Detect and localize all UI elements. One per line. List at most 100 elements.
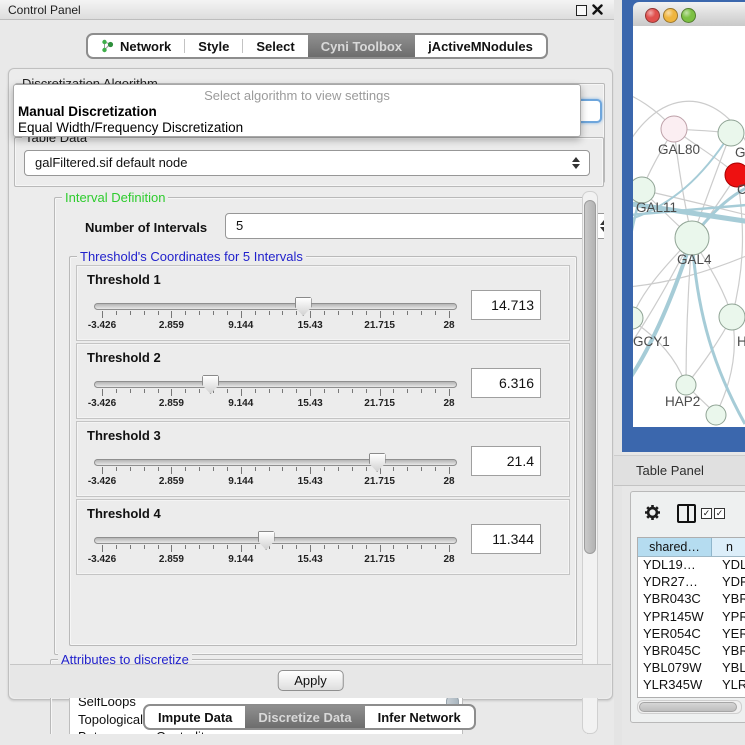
checkbox-checked-icon[interactable]: ✓ bbox=[714, 508, 725, 519]
close-icon[interactable] bbox=[592, 4, 603, 15]
tab-network[interactable]: Network bbox=[88, 35, 184, 57]
threshold-label: Threshold 3 bbox=[87, 428, 161, 443]
cell-shared-name: YDL19… bbox=[638, 557, 716, 574]
spinner-arrows-icon[interactable] bbox=[572, 157, 581, 169]
tick-mark bbox=[407, 311, 408, 315]
tick-label: -3.426 bbox=[88, 476, 116, 487]
algorithm-option[interactable]: Manual Discretization bbox=[18, 104, 157, 119]
threshold-value-field[interactable]: 11.344 bbox=[471, 524, 541, 554]
threshold-slider[interactable]: -3.4262.8599.14415.4321.71528 bbox=[94, 378, 457, 416]
mac-zoom-button[interactable] bbox=[681, 8, 696, 23]
table-hscrollbar-thumb[interactable] bbox=[639, 702, 737, 712]
network-node-green[interactable] bbox=[706, 405, 726, 425]
table-row[interactable]: YDR27…YDR2 bbox=[638, 574, 745, 591]
network-edge[interactable] bbox=[633, 320, 686, 385]
threshold-slider[interactable]: -3.4262.8599.14415.4321.71528 bbox=[94, 300, 457, 338]
slider-rail bbox=[102, 456, 449, 494]
tab-select[interactable]: Select bbox=[243, 35, 307, 57]
tick-mark bbox=[310, 311, 311, 318]
network-window-titlebar bbox=[633, 2, 745, 27]
control-panel-title: Control Panel bbox=[8, 3, 81, 17]
float-window-icon[interactable] bbox=[576, 5, 587, 16]
network-canvas[interactable]: GAL80GACGAL11GAL4GCY1HHAP2 bbox=[633, 26, 745, 427]
threshold-value-field[interactable]: 21.4 bbox=[471, 446, 541, 476]
gear-icon[interactable] bbox=[644, 504, 661, 521]
tick-mark bbox=[241, 545, 242, 552]
tick-label: 21.715 bbox=[364, 476, 395, 487]
network-node-green[interactable] bbox=[633, 307, 643, 329]
bottom-tab-discretize-data[interactable]: Discretize Data bbox=[245, 706, 364, 728]
table-row[interactable]: YDL19…YDL1 bbox=[638, 557, 745, 574]
spinner-arrows-icon[interactable] bbox=[600, 220, 604, 232]
table-panel: ✓ ✓ shared… n YDL19…YDL1YDR27…YDR2YBR043… bbox=[630, 491, 745, 723]
tick-mark bbox=[310, 545, 311, 552]
table-row[interactable]: YIL052CYIL0 bbox=[638, 695, 745, 699]
tick-mark bbox=[449, 311, 450, 318]
tab-style[interactable]: Style bbox=[185, 35, 242, 57]
node-label: GAL80 bbox=[658, 142, 700, 157]
table-row[interactable]: YLR345WYLR3 bbox=[638, 677, 745, 694]
settings-scrollbar[interactable] bbox=[582, 191, 598, 734]
threshold-label: Threshold 1 bbox=[87, 272, 161, 287]
threshold-slider[interactable]: -3.4262.8599.14415.4321.71528 bbox=[94, 534, 457, 572]
tick-mark bbox=[324, 467, 325, 471]
tick-mark bbox=[338, 389, 339, 393]
node-table[interactable]: shared… n YDL19…YDL1YDR27…YDR2YBR043CYBR… bbox=[637, 537, 745, 698]
network-node-pink[interactable] bbox=[661, 116, 687, 142]
apply-button[interactable]: Apply bbox=[277, 670, 344, 691]
table-row[interactable]: YPR145WYPR1 bbox=[638, 609, 745, 626]
mac-close-button[interactable] bbox=[645, 8, 660, 23]
network-node-green[interactable] bbox=[676, 375, 696, 395]
cell-name: YIL0 bbox=[716, 695, 745, 699]
tick-mark bbox=[241, 311, 242, 318]
tick-label: -3.426 bbox=[88, 554, 116, 565]
apply-bar: Apply bbox=[10, 664, 611, 698]
tick-mark bbox=[352, 545, 353, 549]
tab-label: jActiveMNodules bbox=[428, 39, 533, 54]
network-node-green[interactable] bbox=[719, 304, 745, 330]
tick-label: 2.859 bbox=[159, 320, 184, 331]
network-node-green[interactable] bbox=[675, 221, 709, 255]
tick-mark bbox=[435, 467, 436, 471]
checkbox-checked-icon[interactable]: ✓ bbox=[701, 508, 712, 519]
tick-mark bbox=[449, 545, 450, 552]
table-data-combobox[interactable]: galFiltered.sif default node bbox=[24, 150, 590, 176]
tick-mark bbox=[130, 311, 131, 315]
column-header-name[interactable]: n bbox=[712, 538, 745, 556]
tab-label: Impute Data bbox=[158, 710, 232, 725]
table-row[interactable]: YBR045CYBR0 bbox=[638, 643, 745, 660]
threshold-slider[interactable]: -3.4262.8599.14415.4321.71528 bbox=[94, 456, 457, 494]
tick-mark bbox=[435, 545, 436, 549]
table-row[interactable]: YBR043CYBR0 bbox=[638, 591, 745, 608]
slider-tick-labels: -3.4262.8599.14415.4321.71528 bbox=[102, 554, 449, 566]
tick-label: 9.144 bbox=[228, 476, 253, 487]
network-node-green[interactable] bbox=[718, 120, 744, 146]
table-row[interactable]: YER054CYER0 bbox=[638, 626, 745, 643]
threshold-value-field[interactable]: 14.713 bbox=[471, 290, 541, 320]
mac-minimize-button[interactable] bbox=[663, 8, 678, 23]
threshold-panel: Threshold 2-3.4262.8599.14415.4321.71528… bbox=[76, 343, 570, 419]
columns-icon[interactable] bbox=[677, 504, 696, 523]
table-row[interactable]: YBL079WYBL0 bbox=[638, 660, 745, 677]
bottom-tab-infer-network[interactable]: Infer Network bbox=[365, 706, 474, 728]
tab-jactivemnodules[interactable]: jActiveMNodules bbox=[415, 35, 546, 57]
column-header-shared-name[interactable]: shared… bbox=[638, 538, 712, 556]
tick-mark bbox=[449, 467, 450, 474]
tab-label: Select bbox=[256, 39, 294, 54]
bottom-tab-impute-data[interactable]: Impute Data bbox=[145, 706, 245, 728]
tab-cyni-toolbox[interactable]: Cyni Toolbox bbox=[308, 35, 415, 57]
tick-mark bbox=[407, 389, 408, 393]
network-icon bbox=[101, 39, 114, 53]
tick-mark bbox=[185, 311, 186, 315]
cell-name: YDR2 bbox=[716, 574, 745, 591]
tick-label: 9.144 bbox=[228, 398, 253, 409]
tick-mark bbox=[213, 311, 214, 315]
threshold-value-field[interactable]: 6.316 bbox=[471, 368, 541, 398]
settings-scrollbar-thumb[interactable] bbox=[584, 200, 596, 554]
table-horizontal-scrollbar[interactable] bbox=[637, 700, 742, 714]
number-of-intervals-combobox[interactable]: 5 bbox=[225, 213, 604, 239]
algorithm-option[interactable]: Equal Width/Frequency Discretization bbox=[18, 120, 243, 135]
tick-mark bbox=[116, 545, 117, 549]
threshold-panel: Threshold 3 -3.4262.8599.14415.4321.71528… bbox=[76, 421, 570, 497]
tick-mark bbox=[130, 467, 131, 471]
